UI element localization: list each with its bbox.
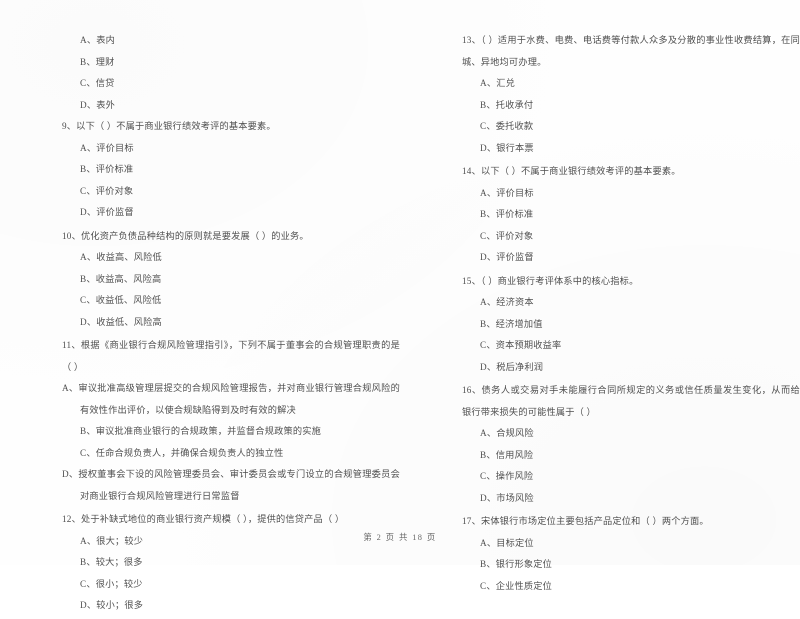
- question-stem: 11、根据《商业银行合规风险管理指引》，下列不属于董事会的合规管理职责的是（ ）: [62, 340, 400, 372]
- option-item: C、很小；较少: [80, 578, 143, 589]
- option-item: B、审议批准商业银行的合规政策，并监督合规政策的实施: [80, 426, 322, 436]
- option-item: B、理财: [80, 56, 115, 67]
- option-item: B、收益高、风险高: [80, 273, 162, 284]
- option-item: C、收益低、风险低: [80, 295, 162, 305]
- option-item: A、经济资本: [480, 297, 534, 307]
- option-item: B、评价标准: [480, 209, 534, 219]
- question-14: 14、以下（ ）不属于商业银行绩效考评的基本要素。 A、评价目标 B、评价标准 …: [462, 161, 800, 269]
- question-stem: 17、宋体银行市场定位主要包括产品定位和（ ）两个方面。: [462, 516, 709, 526]
- page-footer: 第 2 页 共 18 页: [363, 533, 437, 542]
- option-item: C、评价对象: [480, 230, 534, 241]
- question-stem: 12、处于补缺式地位的商业银行资产规模（ ），提供的信贷产品（ ）: [62, 514, 345, 524]
- question-12: 12、处于补缺式地位的商业银行资产规模（ ），提供的信贷产品（ ） A、很大；较…: [62, 509, 400, 617]
- question-10: 10、优化资产负债品种结构的原则就是要发展（ ）的业务。 A、收益高、风险低 B…: [62, 226, 400, 334]
- question-9: 9、以下（ ）不属于商业银行绩效考评的基本要素。 A、评价目标 B、评价标准 C…: [62, 116, 400, 224]
- option-item: D、评价监督: [480, 252, 534, 262]
- option-item: B、托收承付: [480, 99, 534, 110]
- option-item: D、税后净利润: [480, 361, 544, 372]
- option-item: A、表内: [80, 35, 115, 45]
- question-stem: 15、（ ）商业银行考评体系中的核心指标。: [462, 275, 639, 286]
- option-item: D、收益低、风险高: [80, 316, 162, 327]
- option-item: D、授权董事会下设的风险管理委员会、审计委员会或专门设立的合规管理委员会对商业银…: [62, 469, 400, 501]
- question-stem: 10、优化资产负债品种结构的原则就是要发展（ ）的业务。: [62, 230, 309, 241]
- option-item: B、经济增加值: [480, 318, 543, 329]
- option-item: A、合规风险: [480, 428, 534, 438]
- question-17: 17、宋体银行市场定位主要包括产品定位和（ ）两个方面。 A、目标定位 B、银行…: [462, 511, 800, 597]
- option-item: A、收益高、风险低: [80, 252, 162, 262]
- exam-page: A、表内 B、理财 C、信贷 D、表外 9、以下（ ）不属于商业银行绩效考评的基…: [0, 0, 800, 610]
- question-16: 16、债务人或交易对手未能履行合同所规定的义务或信任质量发生变化，从而给银行带来…: [462, 380, 800, 509]
- option-item: A、汇兑: [480, 78, 515, 88]
- option-item: C、评价对象: [80, 185, 134, 196]
- option-item: A、评价目标: [80, 142, 134, 153]
- question-stem: 14、以下（ ）不属于商业银行绩效考评的基本要素。: [462, 166, 681, 176]
- option-item: D、较小；很多: [80, 600, 144, 610]
- option-item: C、任命合规负责人，并确保合规负责人的独立性: [80, 447, 284, 458]
- option-item: D、市场风险: [480, 492, 534, 503]
- option-item: C、操作风险: [480, 471, 534, 481]
- option-item: B、信用风险: [480, 449, 534, 460]
- question-stem: 9、以下（ ）不属于商业银行绩效考评的基本要素。: [62, 121, 276, 131]
- option-item: C、信贷: [80, 78, 115, 88]
- option-item: C、资本预期收益率: [480, 340, 562, 350]
- question-stem: 16、债务人或交易对手未能履行合同所规定的义务或信任质量发生变化，从而给银行带来…: [462, 385, 800, 417]
- option-item: D、表外: [80, 99, 115, 110]
- option-item: A、审议批准高级管理层提交的合规风险管理报告，并对商业银行管理合规风险的有效性作…: [62, 383, 400, 415]
- option-item: B、较大；很多: [80, 557, 143, 567]
- option-item: A、评价目标: [480, 187, 534, 198]
- option-item: B、评价标准: [80, 164, 134, 174]
- option-item: D、银行本票: [480, 142, 534, 153]
- option-item: D、评价监督: [80, 207, 134, 217]
- option-item: C、委托收款: [480, 121, 534, 131]
- question-15: 15、（ ）商业银行考评体系中的核心指标。 A、经济资本 B、经济增加值 C、资…: [462, 271, 800, 379]
- option-item: C、企业性质定位: [480, 580, 553, 591]
- question-13: 13、（ ）适用于水费、电费、电话费等付款人众多及分散的事业性收费结算，在同城、…: [462, 30, 800, 159]
- question-11: 11、根据《商业银行合规风险管理指引》，下列不属于董事会的合规管理职责的是（ ）…: [62, 335, 400, 507]
- question-stem: 13、（ ）适用于水费、电费、电话费等付款人众多及分散的事业性收费结算，在同城、…: [462, 35, 800, 67]
